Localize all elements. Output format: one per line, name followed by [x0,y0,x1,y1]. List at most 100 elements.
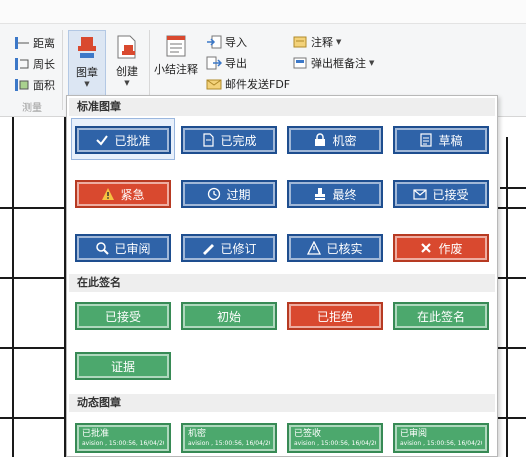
standard-stamps-header: 标准图章 [69,98,495,116]
clock-icon [207,187,221,201]
perimeter-button[interactable]: 周长 [14,55,55,73]
check-icon [95,133,109,147]
stamp-label: 已批准 [114,133,151,148]
stamp-label: 作废 [438,241,463,256]
popup-notes-label: 弹出框备注 [311,57,366,70]
dynamic-stamp-confidential[interactable]: 机密 avision , 15:00:56, 16/04/2014 [181,423,277,453]
stamp-label: 已核实 [326,241,363,256]
lock-icon [313,133,327,147]
dynamic-stamp-detail: avision , 15:00:56, 16/04/2014 [294,440,376,447]
dynamic-stamp-title: 机密 [188,429,207,439]
email-label: 邮件发送FDF [225,78,291,91]
ruler-icon [14,36,30,50]
ribbon-tab-strip [0,0,526,24]
create-button[interactable]: 创建 ▼ [108,30,146,96]
stamp-approved[interactable]: 已批准 [75,126,171,154]
stamp-sign-here[interactable]: 在此签名 [393,302,489,330]
stamp-reviewed[interactable]: 已审阅 [75,234,171,262]
stamp-initial[interactable]: 初始 [181,302,277,330]
group-separator [62,30,63,110]
chevron-down-icon: ▼ [336,38,342,46]
summary-icon [164,34,188,61]
summary-button-label: 小结注释 [154,63,198,76]
stamp-label: 机密 [332,133,357,148]
email-fdf-button[interactable]: 邮件发送FDF [206,75,290,93]
stamp-witness[interactable]: 证据 [75,352,171,380]
popup-note-icon [292,56,308,70]
export-label: 导出 [225,57,247,70]
magnifier-icon [95,241,110,255]
comments-dropdown[interactable]: 注释 ▼ [292,33,341,51]
stamp-label: 已修订 [220,241,257,256]
chevron-down-icon: ▼ [84,80,90,88]
import-button[interactable]: 导入 [206,33,247,51]
stamp-label: 已拒绝 [316,309,353,324]
stamp-draft[interactable]: 草稿 [393,126,489,154]
stamp-icon [75,35,99,64]
stamp-label: 已接受 [104,309,141,324]
stamp-final[interactable]: 最终 [287,180,383,208]
table-line [506,137,508,457]
stamp-expired[interactable]: 过期 [181,180,277,208]
stamp-sign-accepted[interactable]: 已接受 [75,302,171,330]
stamp-label: 初始 [216,309,241,324]
popup-notes-dropdown[interactable]: 弹出框备注 ▼ [292,54,374,72]
stamp-button[interactable]: 图章 ▼ [68,30,106,96]
dynamic-stamps-header: 动态图章 [69,394,495,412]
stamp-accepted[interactable]: 已接受 [393,180,489,208]
stamp-label: 在此签名 [416,309,465,324]
pen-icon [201,241,215,255]
table-line [500,187,526,189]
dynamic-stamp-title: 已批准 [82,429,110,439]
stamp-revised[interactable]: 已修订 [181,234,277,262]
stamp-label: 已接受 [432,187,469,202]
stamp-rejected[interactable]: 已拒绝 [287,302,383,330]
export-icon [206,56,223,70]
comments-label: 注释 [311,36,333,49]
comment-icon [292,35,308,49]
stamp-label: 最终 [332,187,357,202]
stamp-button-label: 图章 [76,66,98,79]
stamp-label: 紧急 [120,187,145,202]
chevron-down-icon: ▼ [124,79,130,87]
stamp-label: 已完成 [220,133,257,148]
stamp-label: 证据 [110,359,135,374]
summarize-comments-button[interactable]: 小结注释 [152,30,200,86]
area-button[interactable]: 面积 [14,76,55,94]
stamp-verified[interactable]: 已核实 [287,234,383,262]
perimeter-icon [14,57,30,71]
dynamic-stamp-reviewed[interactable]: 已审阅 avision , 15:00:56, 16/04/2014 [393,423,489,453]
create-button-label: 创建 [116,65,138,78]
area-icon [14,78,30,92]
dynamic-stamp-approved[interactable]: 已批准 avision , 15:00:56, 16/04/2014 [75,423,171,453]
export-button[interactable]: 导出 [206,54,247,72]
envelope-icon [413,187,428,201]
import-icon [206,35,222,49]
sign-here-header: 在此签名 [69,274,495,292]
warning-icon [101,187,115,201]
import-label: 导入 [225,36,247,49]
dynamic-stamp-detail: avision , 15:00:56, 16/04/2014 [82,440,164,447]
draft-icon [419,133,433,147]
stamp-void[interactable]: 作废 [393,234,489,262]
dynamic-stamp-title: 已审阅 [400,429,428,439]
stamp-label: 过期 [226,187,251,202]
distance-label: 距离 [33,37,55,50]
stamp-dropdown-panel: 标准图章 已批准 已完成 机密 草稿 紧急 过期 最终 已接受 已审阅 已修订 … [66,95,498,457]
create-stamp-icon [115,34,139,63]
x-icon [419,241,433,255]
distance-button[interactable]: 距离 [14,34,55,52]
stamp-confidential[interactable]: 机密 [287,126,383,154]
dynamic-stamp-detail: avision , 15:00:56, 16/04/2014 [400,440,482,447]
measure-group-label: 测量 [22,103,42,114]
stamp-urgent[interactable]: 紧急 [75,180,171,208]
stamp-completed[interactable]: 已完成 [181,126,277,154]
dynamic-stamp-received[interactable]: 已签收 avision , 15:00:56, 16/04/2014 [287,423,383,453]
table-line [12,117,14,457]
stamp-label: 已审阅 [114,241,151,256]
chevron-down-icon: ▼ [369,59,375,67]
perimeter-label: 周长 [33,58,55,71]
area-label: 面积 [33,79,55,92]
stamp-icon [313,187,327,201]
triangle-icon [307,241,322,255]
